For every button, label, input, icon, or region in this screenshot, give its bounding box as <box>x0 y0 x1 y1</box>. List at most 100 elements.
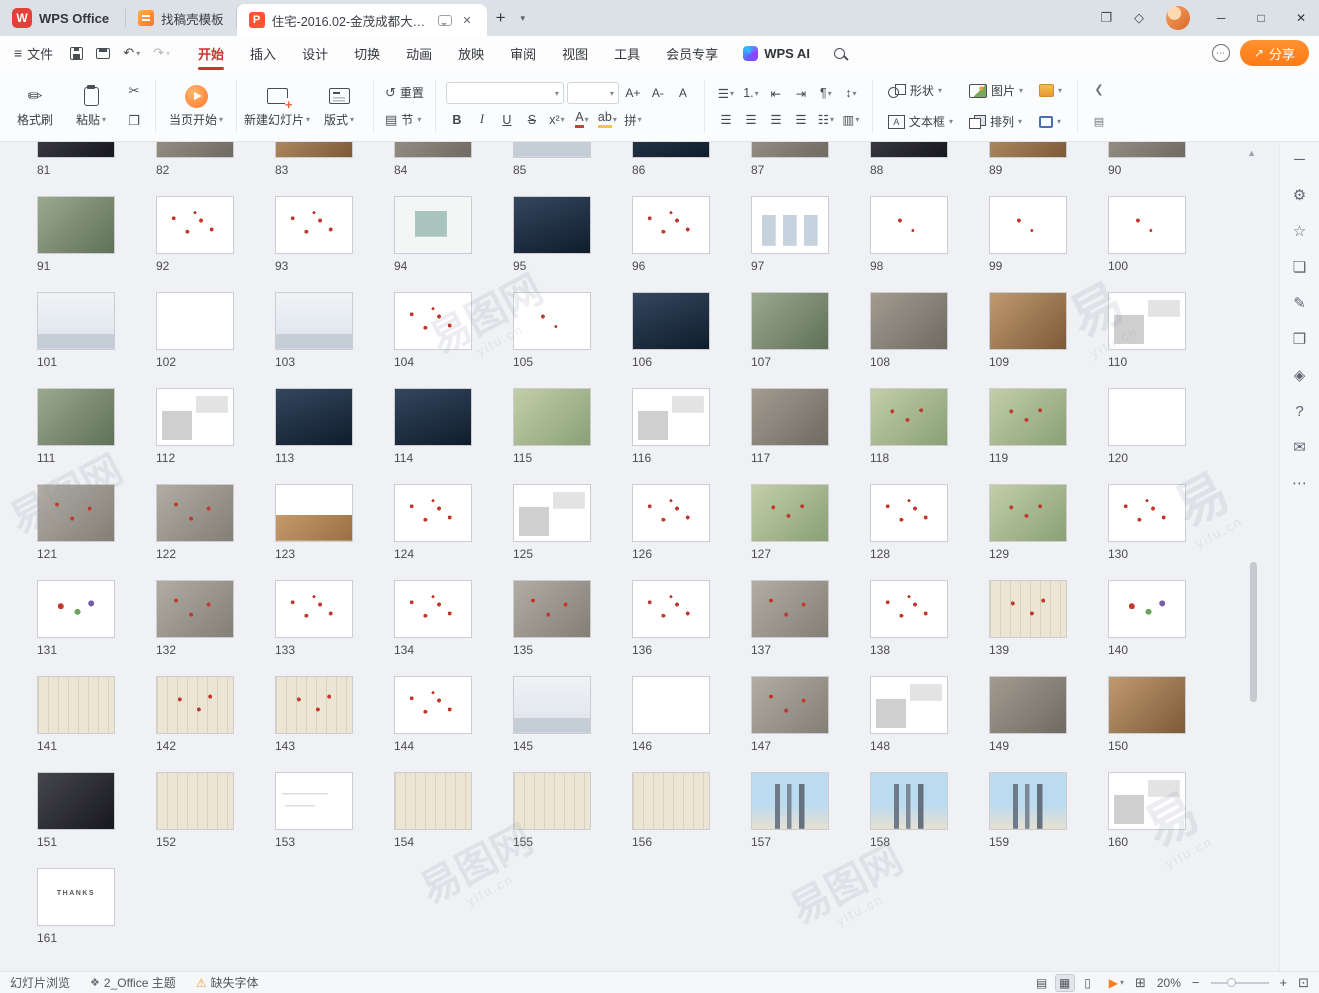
arrange-button[interactable]: 排列▾ <box>965 108 1027 135</box>
bold-button[interactable]: B <box>446 109 468 130</box>
slide-thumbnail-146[interactable] <box>632 676 710 734</box>
annotate-icon[interactable]: ✎ <box>1293 296 1306 311</box>
help-icon[interactable]: ? <box>1295 404 1303 419</box>
slide-thumbnail-84[interactable] <box>394 142 472 158</box>
theme-button[interactable]: ❖ 2_Office 主题 <box>90 974 176 991</box>
slide-thumbnail-152[interactable] <box>156 772 234 830</box>
workspace-icon[interactable]: ❐ <box>1091 10 1121 26</box>
slide-thumbnail-161[interactable]: THANKS <box>37 868 115 926</box>
zoom-in-button[interactable]: + <box>1280 975 1288 990</box>
zoom-out-button[interactable]: − <box>1192 975 1200 990</box>
fill-color-button[interactable]: ▾ <box>1035 77 1066 104</box>
menu-tab-切换[interactable]: 切换 <box>341 36 393 70</box>
highlight-button[interactable]: ab▾ <box>596 109 619 130</box>
slide-thumbnail-150[interactable] <box>1108 676 1186 734</box>
textbox-button[interactable]: A文本框▾ <box>884 108 957 135</box>
slide-thumbnail-140[interactable] <box>1108 580 1186 638</box>
underline-button[interactable]: U <box>496 109 518 130</box>
decrease-indent-button[interactable]: ⇤ <box>765 83 787 104</box>
slide-thumbnail-103[interactable] <box>275 292 353 350</box>
strikethrough-button[interactable]: S <box>521 109 543 130</box>
font-size-select[interactable]: ▾ <box>567 82 619 104</box>
feedback-icon[interactable]: ✉ <box>1293 440 1306 455</box>
zoom-slider-knob[interactable] <box>1227 978 1236 987</box>
slide-thumbnail-88[interactable] <box>870 142 948 158</box>
tab-list-caret-icon[interactable]: ▾ <box>515 0 532 36</box>
line-spacing-button[interactable]: ↕▾ <box>840 83 862 104</box>
slide-thumbnail-151[interactable] <box>37 772 115 830</box>
slide-thumbnail-144[interactable] <box>394 676 472 734</box>
slide-thumbnail-95[interactable] <box>513 196 591 254</box>
share-button[interactable]: ↗ 分享 <box>1240 40 1309 66</box>
slide-thumbnail-142[interactable] <box>156 676 234 734</box>
slide-thumbnail-129[interactable] <box>989 484 1067 542</box>
slide-thumbnail-155[interactable] <box>513 772 591 830</box>
slide-thumbnail-81[interactable] <box>37 142 115 158</box>
slide-thumbnail-120[interactable] <box>1108 388 1186 446</box>
collapse-ribbon-icon[interactable]: ─ <box>1294 152 1305 167</box>
slide-thumbnail-104[interactable] <box>394 292 472 350</box>
fullscreen-icon[interactable]: ⊡ <box>1298 975 1309 991</box>
slide-thumbnail-131[interactable] <box>37 580 115 638</box>
layout-button[interactable]: 版式▾ <box>312 75 366 137</box>
menu-tab-插入[interactable]: 插入 <box>237 36 289 70</box>
search-button[interactable] <box>822 36 857 70</box>
slide-thumbnail-82[interactable] <box>156 142 234 158</box>
home-tab[interactable]: W WPS Office <box>0 0 125 36</box>
selection-pane-icon[interactable]: ❏ <box>1293 260 1306 275</box>
clear-format-button[interactable]: A <box>672 83 694 104</box>
maximize-button[interactable]: □ <box>1243 0 1279 36</box>
slide-thumbnail-100[interactable] <box>1108 196 1186 254</box>
print-button[interactable] <box>91 45 115 62</box>
slide-thumbnail-117[interactable] <box>751 388 829 446</box>
docer-skin-icon[interactable]: ◇ <box>1125 10 1153 26</box>
toolbox-icon[interactable]: ❒ <box>1293 332 1306 347</box>
slide-thumbnail-93[interactable] <box>275 196 353 254</box>
slide-thumbnail-138[interactable] <box>870 580 948 638</box>
slide-thumbnail-101[interactable] <box>37 292 115 350</box>
slide-thumbnail-107[interactable] <box>751 292 829 350</box>
slide-thumbnail-85[interactable] <box>513 142 591 158</box>
slide-thumbnail-119[interactable] <box>989 388 1067 446</box>
align-left-button[interactable]: ☰ <box>715 109 737 130</box>
slide-thumbnail-159[interactable] <box>989 772 1067 830</box>
close-button[interactable]: ✕ <box>1283 0 1319 36</box>
slide-thumbnail-141[interactable] <box>37 676 115 734</box>
slide-thumbnail-94[interactable] <box>394 196 472 254</box>
slide-thumbnail-105[interactable] <box>513 292 591 350</box>
reading-view-button[interactable]: ▯ <box>1078 974 1098 992</box>
section-button[interactable]: ▤节▾ <box>381 109 428 130</box>
slide-thumbnail-92[interactable] <box>156 196 234 254</box>
slide-thumbnail-91[interactable] <box>37 196 115 254</box>
slide-thumbnail-86[interactable] <box>632 142 710 158</box>
slide-thumbnail-112[interactable] <box>156 388 234 446</box>
slide-thumbnail-145[interactable] <box>513 676 591 734</box>
slide-thumbnail-110[interactable] <box>1108 292 1186 350</box>
slide-thumbnail-114[interactable] <box>394 388 472 446</box>
font-color-button[interactable]: A▾ <box>571 109 593 130</box>
outline-color-button[interactable]: ▾ <box>1035 108 1066 135</box>
slide-thumbnail-102[interactable] <box>156 292 234 350</box>
document-tab-1[interactable]: 找稿壳模板 <box>126 0 236 36</box>
close-tab-icon[interactable]: ✕ <box>459 12 474 29</box>
slide-thumbnail-98[interactable] <box>870 196 948 254</box>
comment-bubble-icon[interactable] <box>438 15 452 26</box>
play-from-current-button[interactable]: 当页开始▾ <box>163 75 229 137</box>
avatar[interactable] <box>1166 6 1190 30</box>
slide-thumbnail-96[interactable] <box>632 196 710 254</box>
slide-thumbnail-139[interactable] <box>989 580 1067 638</box>
slide-thumbnail-106[interactable] <box>632 292 710 350</box>
slide-thumbnail-116[interactable] <box>632 388 710 446</box>
paste-button[interactable]: 粘贴▾ <box>64 75 118 137</box>
file-menu-button[interactable]: ≡ 文件 <box>0 36 65 70</box>
sorter-view-button[interactable]: ▦ <box>1055 974 1075 992</box>
slide-thumbnail-137[interactable] <box>751 580 829 638</box>
ribbon-overflow-icon[interactable]: ❮ <box>1087 79 1111 101</box>
more-icon[interactable]: ⋯ <box>1292 476 1307 491</box>
text-direction-button[interactable]: ¶▾ <box>815 83 837 104</box>
slide-thumbnail-99[interactable] <box>989 196 1067 254</box>
wps-ai-button[interactable]: WPS AI <box>731 36 822 70</box>
italic-button[interactable]: I <box>471 109 493 130</box>
slide-thumbnail-143[interactable] <box>275 676 353 734</box>
menu-tab-开始[interactable]: 开始 <box>185 36 237 70</box>
